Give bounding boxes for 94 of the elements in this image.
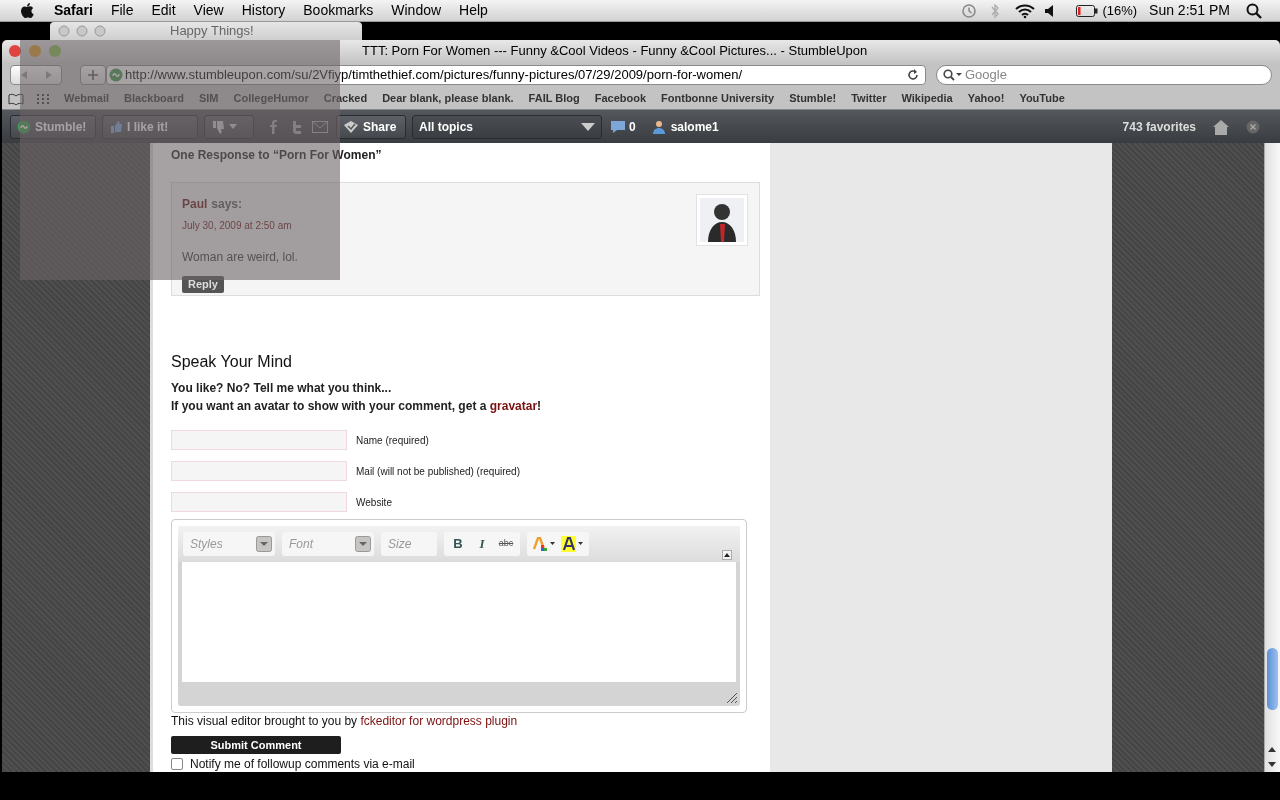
comment-text: Woman are weird, lol. — [182, 249, 298, 266]
topics-dropdown[interactable]: All topics — [412, 114, 602, 139]
bookmark-link[interactable]: Cracked — [323, 90, 368, 107]
bluetooth-icon — [990, 2, 1001, 19]
user-icon — [651, 119, 666, 134]
highlight-color-icon — [561, 536, 583, 552]
menu-item[interactable]: View — [193, 0, 224, 21]
caret-icon — [355, 536, 371, 552]
apple-logo-icon — [19, 1, 35, 20]
add-bookmark-button[interactable] — [80, 65, 106, 85]
reload-icon — [907, 69, 919, 81]
bookmark-link[interactable]: Dear blank, please blank. — [382, 90, 514, 107]
window-title: TTT: Porn For Women --- Funny &Cool Videos - Funny &Cool Pictures... - StumbleUpon — [362, 42, 868, 61]
field-label: Website — [356, 495, 392, 510]
menu-item[interactable]: Bookmarks — [303, 0, 374, 21]
italic-button[interactable]: I — [472, 534, 492, 554]
field-label: Name (required) — [356, 433, 429, 448]
caret-icon — [229, 123, 237, 130]
form-heading: Speak Your Mind — [171, 352, 293, 372]
strike-button[interactable]: abc — [496, 534, 516, 554]
editor-dropdown[interactable]: Font — [282, 532, 374, 556]
favorites-link[interactable]: 743 favorites — [1122, 117, 1196, 136]
comment-says-label: says: — [211, 196, 243, 213]
twitter-icon — [290, 119, 304, 134]
grid-icon — [36, 92, 50, 105]
resize-handle-icon — [726, 692, 738, 704]
home-icon — [1212, 118, 1230, 135]
bookmark-link[interactable]: Wikipedia — [901, 90, 953, 107]
site-favicon-icon — [109, 68, 123, 82]
stumble-logo-icon — [17, 119, 31, 134]
text-color-icon — [533, 537, 555, 551]
dropdown-input[interactable]: Styles — [190, 535, 240, 553]
collapse-toolbar-icon — [722, 550, 732, 560]
plus-icon — [88, 70, 98, 80]
menu-item[interactable]: Window — [391, 0, 442, 21]
clock-icon — [960, 2, 979, 19]
search-icon — [1246, 2, 1262, 19]
search-icon — [943, 69, 963, 81]
editor-dropdown[interactable]: Size — [381, 532, 437, 556]
bookmark-link[interactable]: FAIL Blog — [528, 90, 580, 107]
text-input-field[interactable] — [171, 461, 347, 481]
close-icon — [1246, 119, 1260, 134]
form-intro-text: You like? No? Tell me what you think... — [171, 380, 393, 396]
share-button[interactable]: Share — [336, 114, 406, 139]
envelope-icon — [312, 120, 328, 133]
bookmark-link[interactable]: Twitter — [851, 90, 887, 107]
fckeditor-link[interactable]: fckeditor for wordpress plugin — [360, 714, 518, 728]
menu-item[interactable]: History — [241, 0, 286, 21]
speech-bubble-icon — [610, 119, 626, 134]
menu-item[interactable]: Edit — [151, 0, 176, 21]
book-icon — [8, 92, 24, 105]
menu-item[interactable]: Help — [459, 0, 488, 21]
bookmark-link[interactable]: YouTube — [1019, 90, 1065, 107]
text-input-field[interactable] — [171, 492, 347, 512]
window-title: Happy Things! — [170, 22, 254, 41]
address-field[interactable]: http://www.stumbleupon.com/su/2Vfiyp/timthethief.com/pictures/funny-pictures/07/29/2009/porn-for-women/ — [106, 65, 926, 85]
menubar-clock: Sun 2:51 PM — [1149, 1, 1230, 20]
bold-button[interactable]: B — [448, 534, 468, 554]
bookmark-link[interactable]: Facebook — [594, 90, 647, 107]
text-input-field[interactable] — [171, 430, 347, 450]
battery-percentage: (16%) — [1102, 1, 1138, 20]
wifi-icon — [1014, 2, 1037, 19]
editor-dropdown[interactable]: Styles — [183, 532, 275, 556]
reply-button[interactable]: Reply — [182, 276, 224, 293]
facebook-icon — [268, 119, 280, 134]
menu-item[interactable]: File — [110, 0, 134, 21]
avatar-note-text: If you want an avatar to show with your comment, get a gravatar! — [171, 398, 543, 414]
dropdown-input[interactable]: Size — [388, 535, 438, 553]
battery-icon — [1076, 4, 1099, 17]
bookmark-link[interactable]: Fontbonne University — [661, 90, 775, 107]
dislike-button[interactable] — [204, 114, 254, 139]
notify-label: Notify me of followup comments via e-mail — [190, 757, 415, 771]
caret-icon — [581, 122, 595, 131]
speaker-icon — [1044, 3, 1055, 18]
bookmark-link[interactable]: Yahoo! — [967, 90, 1005, 107]
menu-item[interactable]: Safari — [54, 0, 93, 21]
back-arrow-icon — [20, 71, 27, 79]
share-icon — [343, 119, 359, 134]
submit-comment-button[interactable]: Submit Comment — [171, 736, 341, 754]
notify-checkbox[interactable] — [171, 758, 183, 770]
back-forward-button[interactable] — [10, 65, 62, 85]
comments-heading: One Response to “Porn For Women” — [171, 147, 383, 164]
scrollbar-thumb — [1267, 648, 1278, 710]
bookmark-link[interactable]: Stumble! — [789, 90, 837, 107]
thumbs-up-icon — [109, 119, 123, 134]
field-label: Mail (will not be published) (required) — [356, 464, 520, 479]
username-link[interactable]: salome1 — [670, 117, 719, 136]
dropdown-input[interactable]: Font — [289, 535, 339, 553]
comment-count: 0 — [629, 118, 636, 136]
caret-icon — [256, 536, 272, 552]
thumbs-down-icon — [211, 119, 225, 134]
forward-arrow-icon — [45, 71, 52, 79]
editor-credit-text: This visual editor brought to you by fckeditor for wordpress plugin — [171, 714, 519, 728]
url-text: http://www.stumbleupon.com/su/2Vfiyp/timthethief.com/pictures/funny-pictures/07/29/2009/porn-for-women/ — [125, 66, 744, 85]
